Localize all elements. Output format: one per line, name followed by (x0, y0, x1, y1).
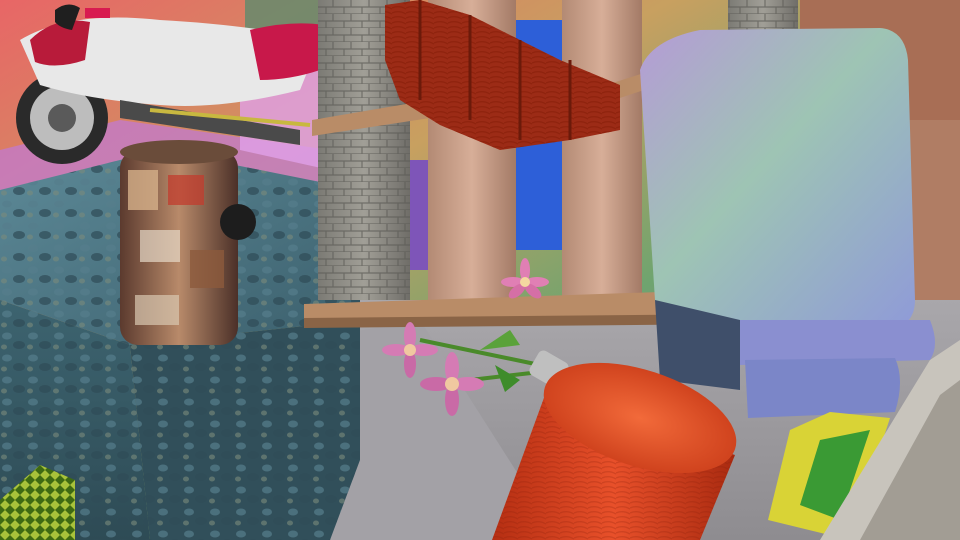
motorcycle-rear-wheel-stub (220, 204, 256, 240)
patterned-cylinder (120, 140, 238, 345)
scene-svg (0, 0, 960, 540)
wooden-post-right (562, 0, 642, 300)
scene-canvas (0, 0, 960, 540)
pastel-cube (640, 28, 935, 418)
